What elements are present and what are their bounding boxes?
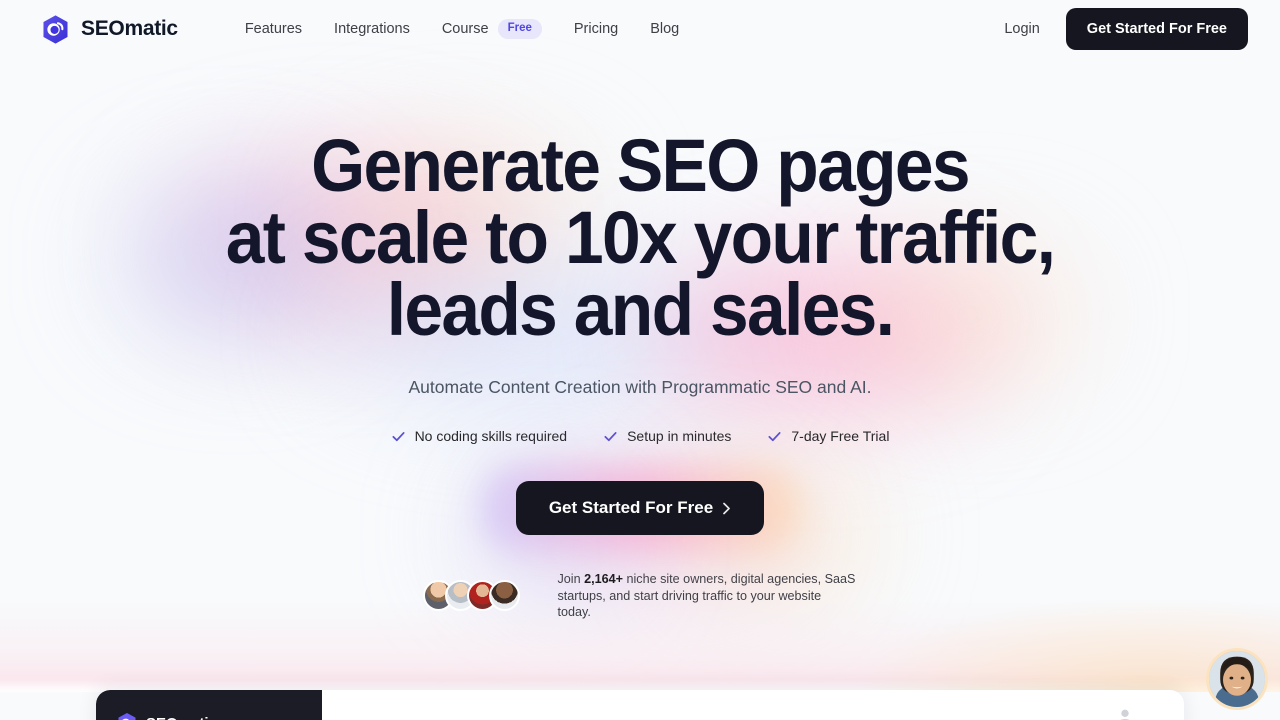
avatar bbox=[488, 580, 520, 612]
hero-cta-wrapper: Get Started For Free bbox=[0, 465, 1280, 551]
check-icon bbox=[392, 431, 405, 441]
product-preview-brand-name: SEOmatic bbox=[146, 715, 217, 720]
feature-label: Setup in minutes bbox=[627, 428, 732, 444]
hero-subheadline: Automate Content Creation with Programma… bbox=[408, 377, 872, 397]
nav-item-blog[interactable]: Blog bbox=[634, 14, 695, 44]
brand-name: SEOmatic bbox=[81, 17, 178, 40]
seomatic-logo-icon bbox=[118, 712, 136, 720]
nav-item-course[interactable]: Course Free bbox=[426, 12, 558, 46]
site-header: SEOmatic Features Integrations Course Fr… bbox=[0, 0, 1280, 58]
nav-item-features[interactable]: Features bbox=[229, 14, 318, 44]
social-count: 2,164+ bbox=[584, 572, 623, 586]
seomatic-logo-icon bbox=[43, 14, 68, 44]
social-proof-text: Join 2,164+ niche site owners, digital a… bbox=[558, 571, 858, 621]
social-prefix: Join bbox=[557, 572, 585, 586]
hero-cta-label: Get Started For Free bbox=[548, 498, 714, 517]
feature-label: No coding skills required bbox=[414, 428, 568, 444]
video-avatar-bubble[interactable] bbox=[1206, 648, 1268, 710]
product-preview-card: SEOmatic bbox=[96, 690, 1184, 720]
product-preview-main bbox=[322, 690, 1184, 720]
hero-get-started-button[interactable]: Get Started For Free bbox=[515, 481, 765, 535]
product-preview-brand: SEOmatic bbox=[116, 712, 302, 720]
nav-item-pricing[interactable]: Pricing bbox=[558, 14, 634, 44]
headline-line-3: leads and sales. bbox=[386, 268, 895, 351]
person-icon[interactable] bbox=[1114, 706, 1136, 720]
headline-line-1: Generate SEO pages bbox=[311, 124, 970, 207]
product-preview-sidebar: SEOmatic bbox=[96, 690, 322, 720]
social-proof: Join 2,164+ niche site owners, digital a… bbox=[0, 571, 1280, 621]
hero-section: Generate SEO pages at scale to 10x your … bbox=[0, 58, 1280, 621]
feature-item: 7-day Free Trial bbox=[767, 428, 889, 444]
header-actions: Login Get Started For Free bbox=[990, 8, 1248, 50]
nav-item-integrations[interactable]: Integrations bbox=[318, 14, 426, 44]
header-get-started-button[interactable]: Get Started For Free bbox=[1065, 8, 1248, 50]
main-navigation: Features Integrations Course Free Pricin… bbox=[229, 12, 695, 46]
course-free-badge: Free bbox=[497, 19, 542, 39]
headline-line-2: at scale to 10x your traffic, bbox=[225, 196, 1056, 279]
login-link[interactable]: Login bbox=[990, 14, 1053, 44]
video-avatar-image bbox=[1209, 651, 1265, 707]
page-title: Generate SEO pages at scale to 10x your … bbox=[38, 124, 1241, 351]
check-icon bbox=[604, 431, 617, 441]
brand-logo[interactable]: SEOmatic bbox=[40, 14, 178, 45]
feature-item: Setup in minutes bbox=[603, 428, 731, 444]
feature-item: No coding skills required bbox=[391, 428, 568, 444]
check-icon bbox=[768, 431, 781, 441]
feature-label: 7-day Free Trial bbox=[791, 428, 890, 444]
hero-feature-list: No coding skills required Setup in minut… bbox=[0, 428, 1280, 444]
chevron-right-icon bbox=[723, 502, 731, 514]
avatar-group bbox=[422, 580, 520, 612]
nav-item-course-label: Course bbox=[441, 21, 489, 37]
